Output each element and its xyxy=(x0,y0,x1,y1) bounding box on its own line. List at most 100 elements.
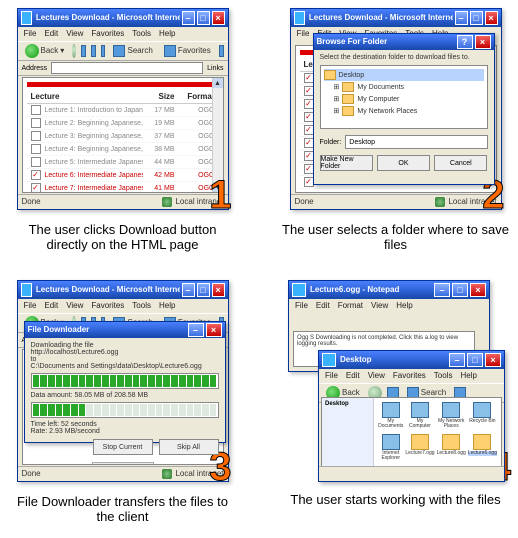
address-bar: Address Links xyxy=(18,61,228,76)
file-icon[interactable]: Lecture8.ogg xyxy=(437,434,466,464)
tree-item-network[interactable]: ⊞My Network Places xyxy=(324,105,484,117)
dialog-help-button[interactable]: ? xyxy=(457,35,473,49)
file-icon[interactable]: Lecture7.ogg xyxy=(405,434,434,464)
notepad-title: Lecture6.ogg - Notepad xyxy=(310,286,432,294)
table-row[interactable]: ✓Lecture 6: Intermediate Japanese, pt. 2… xyxy=(27,169,219,182)
forward-button[interactable] xyxy=(72,44,76,58)
ok-button[interactable]: OK xyxy=(377,155,430,171)
dl-line1: Downloading the file xyxy=(31,342,219,349)
file-icon[interactable]: My Documents xyxy=(378,402,403,432)
address-input[interactable] xyxy=(51,62,203,74)
close-button[interactable]: × xyxy=(212,11,225,25)
dialog-title: Browse For Folder xyxy=(317,38,455,46)
file-icon[interactable]: My Computer xyxy=(405,402,434,432)
explorer-window: Desktop–□× FileEditViewFavoritesToolsHel… xyxy=(318,350,505,482)
links-label[interactable]: Links xyxy=(207,65,223,72)
minimize-button[interactable]: – xyxy=(455,11,468,25)
system-icon xyxy=(473,402,491,418)
col-lecture: Lecture xyxy=(31,93,143,101)
caption-1: The user clicks Download button directly… xyxy=(8,222,237,252)
download-button[interactable]: Download xyxy=(92,462,154,465)
dialog-close-button[interactable]: × xyxy=(475,35,491,49)
checkbox[interactable] xyxy=(31,118,41,128)
caption-3: File Downloader transfers the files to t… xyxy=(8,494,237,524)
file-icon[interactable]: Lecture6.ogg xyxy=(468,434,497,464)
table-row[interactable]: Lecture 2: Beginning Japanese, pt. 119 M… xyxy=(27,117,219,130)
titlebar[interactable]: Lectures Download - Microsoft Internet E… xyxy=(18,9,228,27)
downloader-title: File Downloader xyxy=(28,326,186,334)
skip-all-button[interactable]: Skip All xyxy=(159,439,219,455)
total-progress-bar xyxy=(31,402,219,418)
system-icon xyxy=(411,402,429,418)
file-icon[interactable]: Recycle Bin xyxy=(468,402,497,432)
file-icon[interactable]: My Network Places xyxy=(437,402,466,432)
system-icon xyxy=(442,402,460,418)
checkbox[interactable] xyxy=(31,105,41,115)
favorites-button[interactable]: Favorites xyxy=(161,44,214,58)
checkbox[interactable] xyxy=(31,157,41,167)
col-format: Format xyxy=(175,93,215,101)
checkbox[interactable]: ✓ xyxy=(31,183,41,193)
icon-pane[interactable]: My DocumentsMy ComputerMy Network Places… xyxy=(374,398,501,466)
refresh-icon[interactable] xyxy=(91,45,96,57)
scroll-up-icon[interactable]: ▲ xyxy=(213,78,223,88)
checkbox[interactable] xyxy=(31,144,41,154)
dl-line4: C:\Documents and Settings\data\Desktop\L… xyxy=(31,363,219,370)
table-row[interactable]: Lecture 3: Beginning Japanese, pt. 237 M… xyxy=(27,130,219,143)
menu-favorites[interactable]: Favorites xyxy=(91,30,124,38)
ogg-file-icon xyxy=(411,434,429,450)
history-icon[interactable] xyxy=(219,45,224,57)
red-banner xyxy=(27,82,219,87)
table-row[interactable]: ✓Lecture 7: Intermediate Japanese, pt. 3… xyxy=(27,182,219,193)
menu-bar[interactable]: File Edit View Favorites Tools Help xyxy=(18,27,228,41)
status-text: Done xyxy=(22,198,41,206)
home-icon[interactable] xyxy=(101,45,106,57)
table-row[interactable]: Lecture 1: Introduction to Japanese Cult… xyxy=(27,104,219,117)
close-button[interactable]: × xyxy=(485,11,498,25)
page-content: Lecture Size Format Lecture 1: Introduct… xyxy=(22,77,224,193)
stop-icon[interactable] xyxy=(81,45,86,57)
tree-item-computer[interactable]: ⊞My Computer xyxy=(324,93,484,105)
menu-file[interactable]: File xyxy=(24,30,37,38)
maximize-button[interactable]: □ xyxy=(197,11,210,25)
tree-item-desktop[interactable]: Desktop xyxy=(324,69,484,81)
checkbox[interactable]: ✓ xyxy=(31,170,41,180)
folder-tree[interactable]: Desktop ⊞My Documents ⊞My Computer ⊞My N… xyxy=(320,65,488,129)
dl-rate: Rate: 2.93 MB/second xyxy=(31,428,219,435)
menu-tools[interactable]: Tools xyxy=(132,30,151,38)
star-icon xyxy=(164,45,176,57)
dl-amount: Data amount: 58.05 MB of 208.58 MB xyxy=(31,392,219,399)
dialog-minimize-button[interactable]: – xyxy=(188,323,204,337)
dl-time: Time left: 52 seconds xyxy=(31,421,219,428)
menu-edit[interactable]: Edit xyxy=(44,30,58,38)
make-new-folder-button[interactable]: Make New Folder xyxy=(320,155,373,171)
tree-item-documents[interactable]: ⊞My Documents xyxy=(324,81,484,93)
folder-icon xyxy=(342,106,354,116)
menu-help[interactable]: Help xyxy=(159,30,175,38)
search-button[interactable]: Search xyxy=(110,44,155,58)
zone-icon xyxy=(162,197,172,207)
dialog-close-button[interactable]: × xyxy=(206,323,222,337)
stop-current-button[interactable]: Stop Current xyxy=(93,439,153,455)
table-row[interactable]: Lecture 5: Intermediate Japanese, pt. 14… xyxy=(27,156,219,169)
folder-icon xyxy=(322,353,336,367)
file-icon[interactable]: Internet Explorer xyxy=(378,434,403,464)
dl-line2: http://localhost/Lecture6.ogg xyxy=(31,349,219,356)
checkbox[interactable] xyxy=(31,131,41,141)
folder-input[interactable]: Desktop xyxy=(345,135,487,149)
caption-4: The user starts working with the files xyxy=(290,492,500,507)
browser-window-2: Lectures Download - Microsoft Internet E… xyxy=(290,8,502,210)
ie-icon xyxy=(21,11,32,25)
col-size: Size xyxy=(143,93,175,101)
maximize-button[interactable]: □ xyxy=(470,11,483,25)
cancel-button[interactable]: Cancel xyxy=(434,155,487,171)
status-bar: Done Local intranet xyxy=(18,194,228,209)
system-icon xyxy=(382,434,400,450)
caption-2: The user selects a folder where to save … xyxy=(281,222,510,252)
minimize-button[interactable]: – xyxy=(182,11,195,25)
menu-view[interactable]: View xyxy=(66,30,83,38)
browser-window-3: Lectures Download - Microsoft Internet E… xyxy=(17,280,229,482)
table-row[interactable]: Lecture 4: Beginning Japanese, pt. 338 M… xyxy=(27,143,219,156)
back-icon xyxy=(25,44,39,58)
back-button[interactable]: Back ▾ xyxy=(22,43,68,59)
